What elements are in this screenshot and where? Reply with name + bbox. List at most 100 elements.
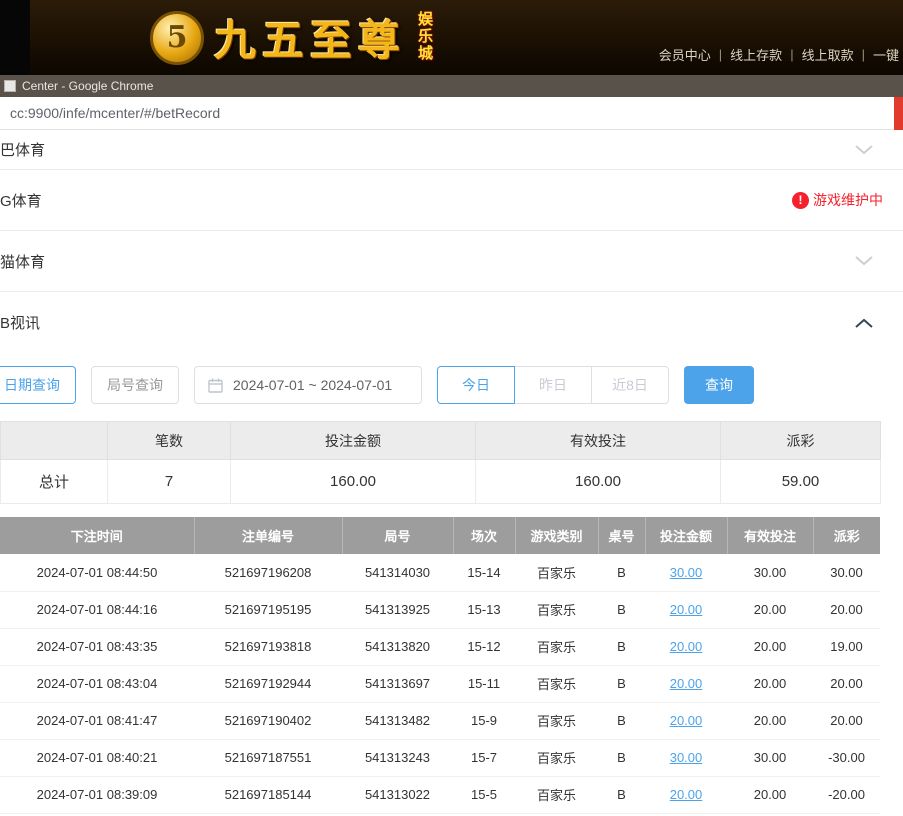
cell-session: 15-9	[453, 702, 515, 739]
window-title: Center - Google Chrome	[22, 79, 153, 93]
bet-record-table: 下注时间注单编号局号场次游戏类别桌号投注金额有效投注派彩 2024-07-01 …	[0, 517, 880, 814]
accordion-label: 猫体育	[0, 251, 45, 272]
column-header: 场次	[453, 517, 515, 554]
cell-session: 15-12	[453, 628, 515, 665]
nav-link[interactable]: 会员中心	[659, 45, 711, 64]
search-button[interactable]: 查询	[684, 366, 754, 404]
favicon-icon	[4, 80, 16, 92]
summary-column-header	[1, 422, 108, 460]
cell-payout: 20.00	[813, 702, 880, 739]
chevron-up-icon[interactable]	[855, 318, 873, 328]
cell-valid: 20.00	[727, 591, 813, 628]
cell-bet_id: 521697195195	[194, 591, 342, 628]
date-range-input[interactable]: 2024-07-01 ~ 2024-07-01	[194, 366, 422, 404]
cell-round: 541313820	[342, 628, 453, 665]
cell-round: 541313243	[342, 739, 453, 776]
bet-amount-link[interactable]: 20.00	[670, 713, 703, 728]
cell-session: 15-13	[453, 591, 515, 628]
cell-time: 2024-07-01 08:43:35	[0, 628, 194, 665]
cell-valid: 20.00	[727, 665, 813, 702]
accordion-sports-2[interactable]: G体育 ! 游戏维护中	[0, 170, 903, 231]
column-header: 投注金额	[645, 517, 727, 554]
date-query-button[interactable]: 日期查询	[0, 366, 76, 404]
column-header: 派彩	[813, 517, 880, 554]
table-row: 2024-07-01 08:41:47521697190402541313482…	[0, 702, 880, 739]
table-row: 2024-07-01 08:44:16521697195195541313925…	[0, 591, 880, 628]
nav-separator: |	[719, 47, 722, 62]
summary-total-label: 总计	[1, 460, 108, 504]
chevron-down-icon[interactable]	[855, 256, 873, 266]
column-header: 有效投注	[727, 517, 813, 554]
header-left-block	[0, 0, 30, 75]
cell-bet_id: 521697185144	[194, 776, 342, 813]
summary-bet-amount: 160.00	[231, 460, 476, 504]
yesterday-button[interactable]: 昨日	[514, 366, 592, 404]
summary-header-row: 笔数投注金额有效投注派彩	[1, 422, 881, 460]
cell-table_no: B	[598, 702, 645, 739]
nav-link[interactable]: 线上取款	[802, 45, 854, 64]
cell-valid: 20.00	[727, 702, 813, 739]
cell-session: 15-7	[453, 739, 515, 776]
summary-column-header: 投注金额	[231, 422, 476, 460]
cell-payout: -30.00	[813, 739, 880, 776]
cell-bet[interactable]: 20.00	[645, 702, 727, 739]
maintenance-badge: ! 游戏维护中	[792, 190, 883, 210]
cell-table_no: B	[598, 739, 645, 776]
summary-total-row: 总计 7 160.00 160.00 59.00	[1, 460, 881, 504]
column-header: 注单编号	[194, 517, 342, 554]
date-range-value: 2024-07-01 ~ 2024-07-01	[233, 377, 392, 393]
nav-link[interactable]: 线上存款	[730, 45, 782, 64]
bet-amount-link[interactable]: 20.00	[670, 602, 703, 617]
round-query-button[interactable]: 局号查询	[91, 366, 179, 404]
cell-bet[interactable]: 20.00	[645, 628, 727, 665]
cell-valid: 30.00	[727, 739, 813, 776]
chrome-titlebar: Center - Google Chrome	[0, 75, 903, 97]
summary-payout: 59.00	[721, 460, 881, 504]
cell-game: 百家乐	[515, 554, 598, 591]
cell-bet[interactable]: 20.00	[645, 591, 727, 628]
bet-amount-link[interactable]: 20.00	[670, 639, 703, 654]
bet-amount-link[interactable]: 20.00	[670, 787, 703, 802]
logo-title: 九五至尊	[214, 7, 406, 68]
table-row: 2024-07-01 08:40:21521697187551541313243…	[0, 739, 880, 776]
url-bar[interactable]: cc:9900/infe/mcenter/#/betRecord	[0, 97, 903, 130]
accordion-label: G体育	[0, 190, 42, 211]
bet-amount-link[interactable]: 30.00	[670, 750, 703, 765]
cell-session: 15-14	[453, 554, 515, 591]
today-button[interactable]: 今日	[437, 366, 515, 404]
cell-bet[interactable]: 30.00	[645, 739, 727, 776]
exclamation-icon: !	[792, 192, 809, 209]
bet-table-header-row: 下注时间注单编号局号场次游戏类别桌号投注金额有效投注派彩	[0, 517, 880, 554]
chevron-down-icon[interactable]	[855, 145, 873, 155]
cell-bet_id: 521697190402	[194, 702, 342, 739]
cell-bet_id: 521697187551	[194, 739, 342, 776]
filter-bar: 日期查询 局号查询 2024-07-01 ~ 2024-07-01 今日 昨日 …	[0, 365, 903, 405]
calendar-icon	[208, 378, 223, 393]
cell-payout: 19.00	[813, 628, 880, 665]
cell-game: 百家乐	[515, 628, 598, 665]
nav-link[interactable]: 一键	[873, 45, 899, 64]
accordion-label: B视讯	[0, 312, 40, 333]
cell-game: 百家乐	[515, 776, 598, 813]
cell-bet[interactable]: 20.00	[645, 776, 727, 813]
cell-round: 541313925	[342, 591, 453, 628]
cell-time: 2024-07-01 08:41:47	[0, 702, 194, 739]
accordion-label: 巴体育	[0, 139, 45, 160]
column-header: 局号	[342, 517, 453, 554]
quick-range-group: 今日 昨日 近8日	[437, 366, 669, 404]
cell-game: 百家乐	[515, 702, 598, 739]
cell-bet[interactable]: 30.00	[645, 554, 727, 591]
cell-table_no: B	[598, 628, 645, 665]
cell-table_no: B	[598, 554, 645, 591]
url-text[interactable]: cc:9900/infe/mcenter/#/betRecord	[10, 105, 220, 121]
accordion-sports-3[interactable]: 猫体育	[0, 231, 903, 292]
bet-amount-link[interactable]: 20.00	[670, 676, 703, 691]
cell-time: 2024-07-01 08:44:16	[0, 591, 194, 628]
summary-column-header: 派彩	[721, 422, 881, 460]
accordion-sports-1[interactable]: 巴体育	[0, 130, 903, 170]
cell-bet[interactable]: 20.00	[645, 665, 727, 702]
bet-amount-link[interactable]: 30.00	[670, 565, 703, 580]
cell-bet_id: 521697196208	[194, 554, 342, 591]
accordion-live-casino[interactable]: B视讯	[0, 292, 903, 353]
last-8-days-button[interactable]: 近8日	[591, 366, 669, 404]
